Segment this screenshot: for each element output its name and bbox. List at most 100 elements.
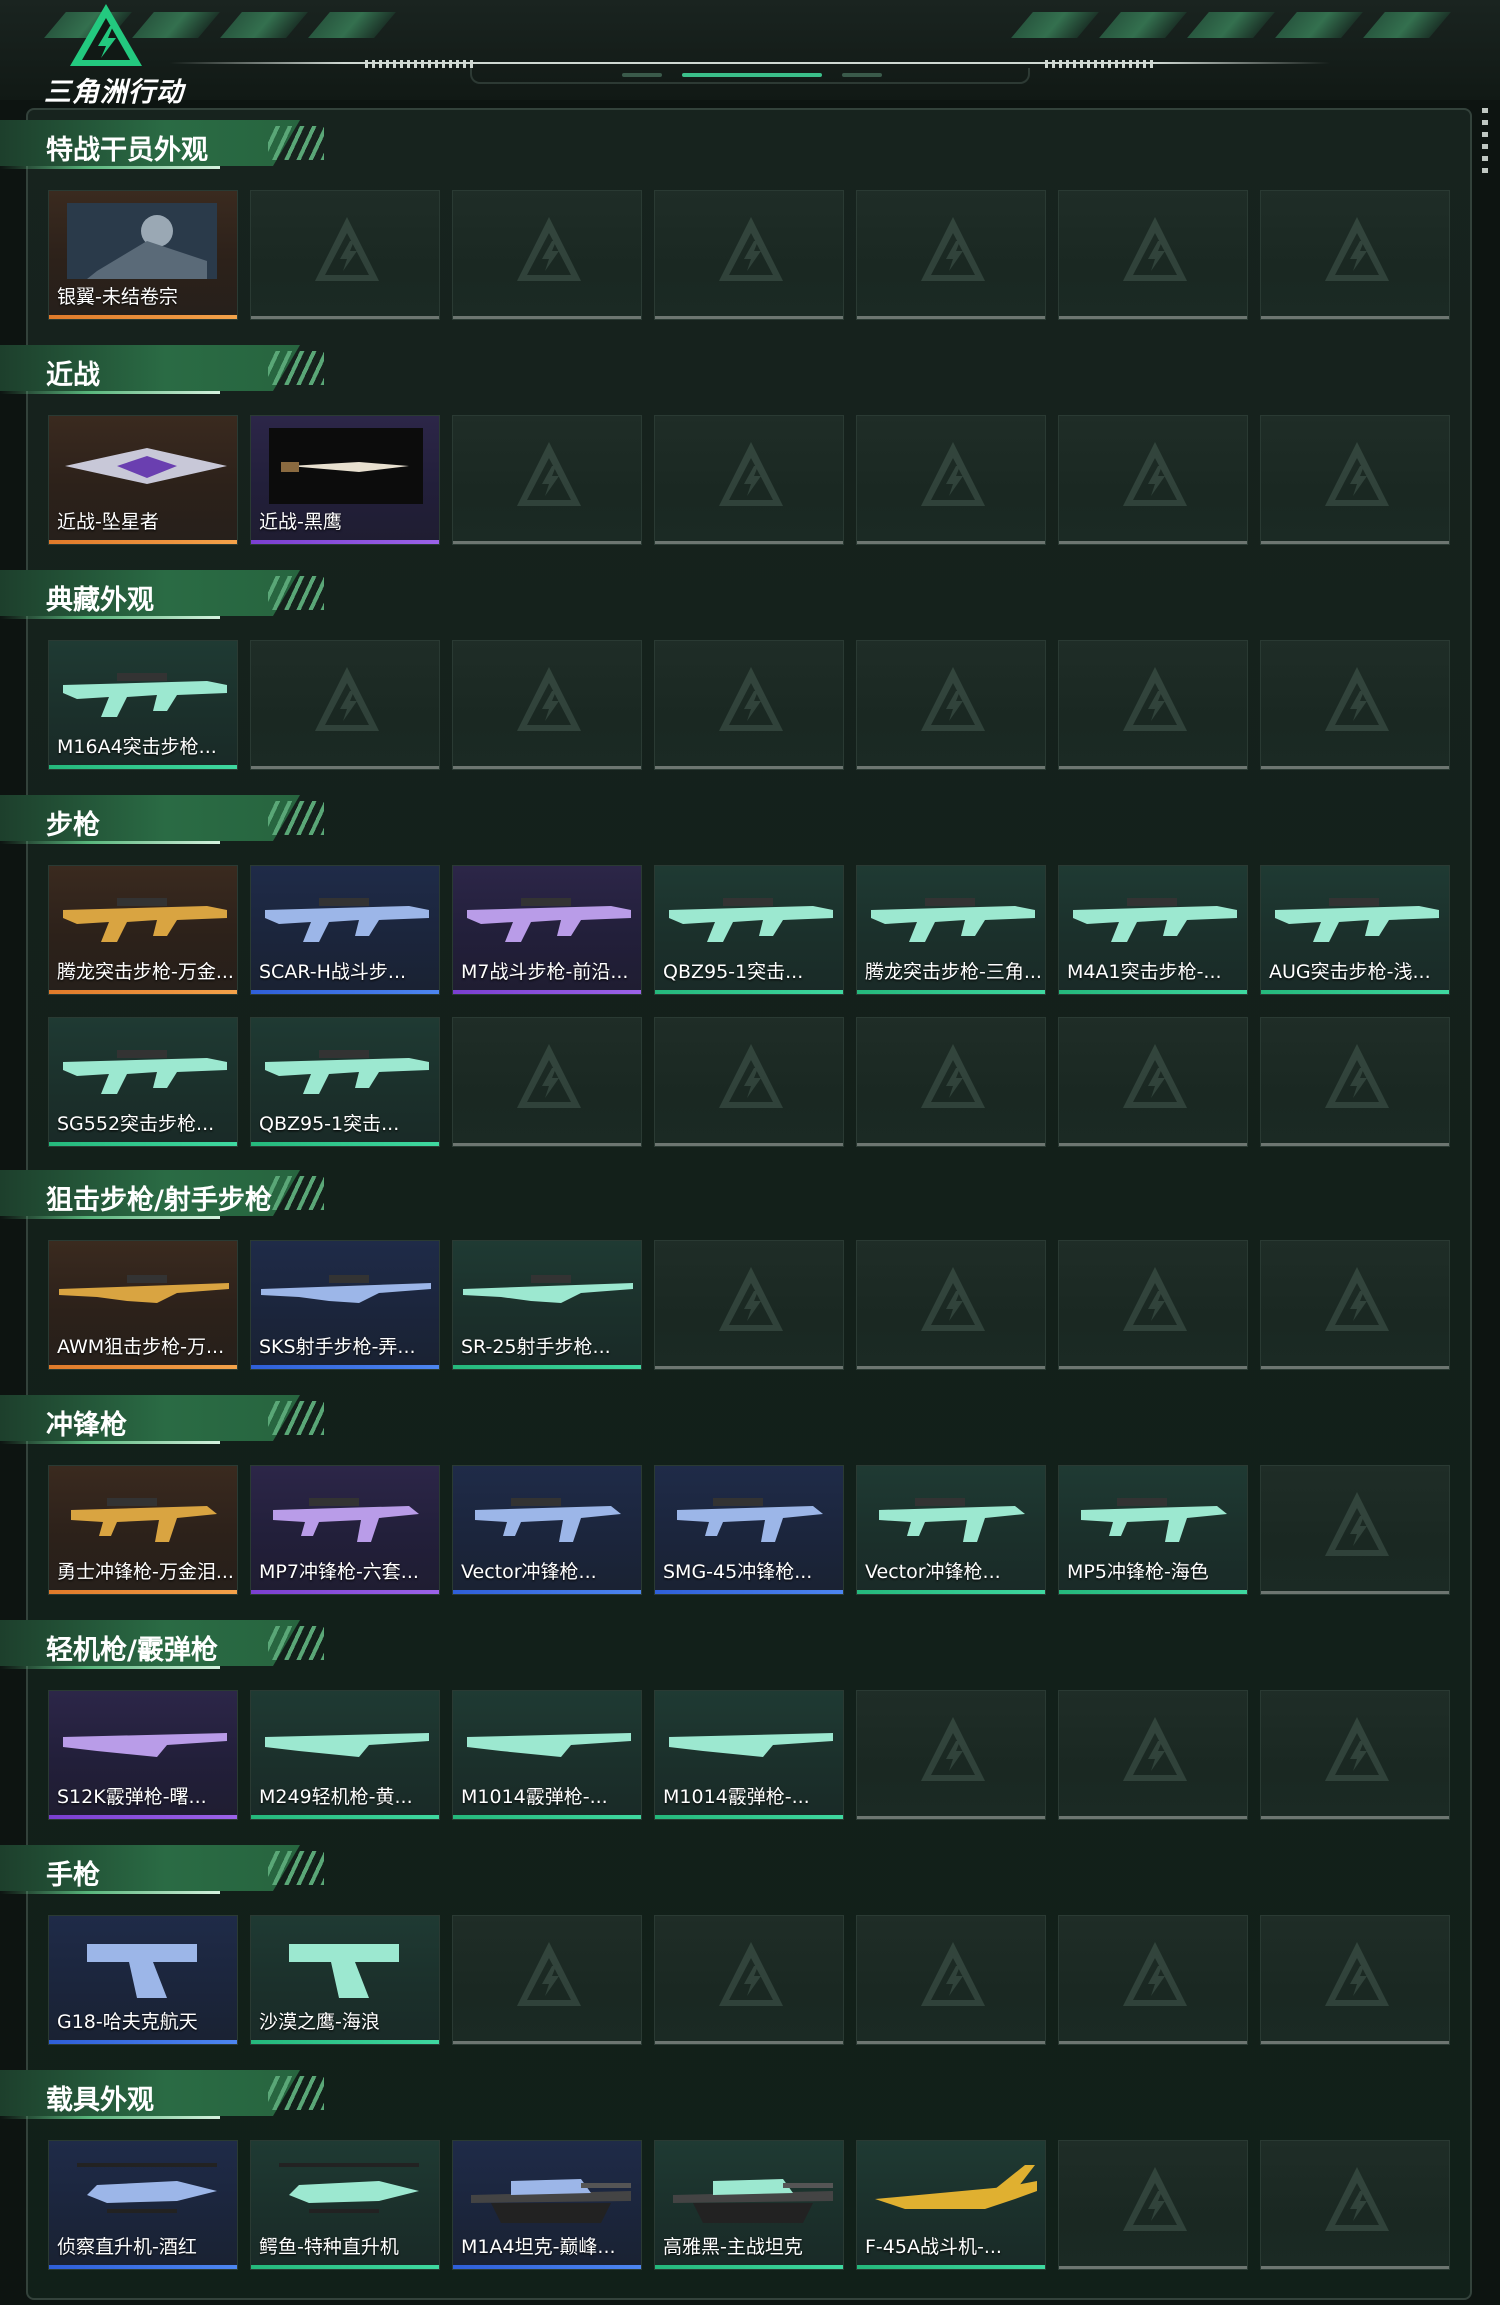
- item-card[interactable]: 鳄鱼-特种直升机: [250, 2140, 440, 2270]
- rifle-icon: [669, 898, 833, 942]
- item-card[interactable]: 侦察直升机-酒红: [48, 2140, 238, 2270]
- item-card[interactable]: QBZ95-1突击...: [250, 1017, 440, 1147]
- item-card[interactable]: Vector冲锋枪...: [452, 1465, 642, 1595]
- item-label: 腾龙突击步枪-三角...: [865, 961, 1041, 983]
- banner-center-bar: [470, 68, 1030, 84]
- empty-slot: [654, 1915, 844, 2045]
- item-card[interactable]: F-45A战斗机-...: [856, 2140, 1046, 2270]
- empty-slot: [856, 1240, 1046, 1370]
- empty-slot: [654, 190, 844, 320]
- item-card[interactable]: M249轻机枪-黄...: [250, 1690, 440, 1820]
- section-header: 近战: [0, 345, 330, 395]
- item-label: M16A4突击步枪...: [57, 736, 217, 758]
- empty-slot: [250, 640, 440, 770]
- item-card[interactable]: SCAR-H战斗步...: [250, 865, 440, 995]
- rifle-icon: [871, 898, 1035, 942]
- placeholder-logo-icon: [719, 667, 783, 731]
- empty-slot: [1260, 640, 1450, 770]
- item-label: 鳄鱼-特种直升机: [259, 2236, 399, 2258]
- item-card[interactable]: 近战-黑鹰: [250, 415, 440, 545]
- item-card[interactable]: 银翼-未结卷宗: [48, 190, 238, 320]
- placeholder-logo-icon: [921, 442, 985, 506]
- item-label: M1014霰弹枪-...: [461, 1786, 608, 1808]
- smg-icon: [475, 1498, 621, 1542]
- section-title: 步枪: [46, 810, 100, 841]
- placeholder-logo-icon: [1123, 1717, 1187, 1781]
- empty-slot: [856, 1017, 1046, 1147]
- smg-icon: [273, 1498, 419, 1542]
- item-card[interactable]: Vector冲锋枪...: [856, 1465, 1046, 1595]
- item-label: MP5冲锋枪-海色: [1067, 1561, 1209, 1583]
- empty-slot: [1058, 640, 1248, 770]
- empty-slot: [856, 190, 1046, 320]
- placeholder-logo-icon: [1123, 667, 1187, 731]
- placeholder-logo-icon: [517, 217, 581, 281]
- item-card[interactable]: 腾龙突击步枪-三角...: [856, 865, 1046, 995]
- item-card[interactable]: 沙漠之鹰-海浪: [250, 1915, 440, 2045]
- placeholder-logo-icon: [719, 1942, 783, 2006]
- item-card[interactable]: M1014霰弹枪-...: [452, 1690, 642, 1820]
- placeholder-logo-icon: [315, 217, 379, 281]
- smg-icon: [677, 1498, 823, 1542]
- item-card[interactable]: M16A4突击步枪...: [48, 640, 238, 770]
- item-label: S12K霰弹枪-曙...: [57, 1786, 207, 1808]
- empty-slot: [654, 1240, 844, 1370]
- item-card[interactable]: AWM狙击步枪-万...: [48, 1240, 238, 1370]
- item-card[interactable]: 近战-坠星者: [48, 415, 238, 545]
- item-card[interactable]: 高雅黑-主战坦克: [654, 2140, 844, 2270]
- item-label: MP7冲锋枪-六套...: [259, 1561, 419, 1583]
- item-card[interactable]: M7战斗步枪-前沿...: [452, 865, 642, 995]
- item-card[interactable]: SR-25射手步枪...: [452, 1240, 642, 1370]
- placeholder-logo-icon: [1325, 1717, 1389, 1781]
- game-logo: 三角洲行动: [40, 2, 190, 108]
- item-label: 高雅黑-主战坦克: [663, 2236, 803, 2258]
- banner-stripes-right: [1011, 12, 1451, 42]
- item-label: 勇士冲锋枪-万金泪...: [57, 1561, 233, 1583]
- empty-slot: [1260, 1690, 1450, 1820]
- empty-slot: [452, 415, 642, 545]
- item-card[interactable]: 腾龙突击步枪-万金...: [48, 865, 238, 995]
- item-card[interactable]: AUG突击步枪-浅...: [1260, 865, 1450, 995]
- placeholder-logo-icon: [1325, 217, 1389, 281]
- machine-gun-icon: [265, 1733, 429, 1757]
- placeholder-logo-icon: [1325, 2167, 1389, 2231]
- placeholder-logo-icon: [1123, 442, 1187, 506]
- empty-slot: [1058, 415, 1248, 545]
- rifle-icon: [265, 898, 429, 942]
- helicopter-icon: [279, 2163, 419, 2213]
- item-card[interactable]: 勇士冲锋枪-万金泪...: [48, 1465, 238, 1595]
- item-card[interactable]: M1014霰弹枪-...: [654, 1690, 844, 1820]
- placeholder-logo-icon: [315, 667, 379, 731]
- banner-ticks-right: [1045, 60, 1155, 68]
- item-card[interactable]: SKS射手步枪-弄...: [250, 1240, 440, 1370]
- item-label: G18-哈夫克航天: [57, 2011, 198, 2033]
- placeholder-logo-icon: [1325, 1267, 1389, 1331]
- empty-slot: [452, 190, 642, 320]
- empty-slot: [654, 415, 844, 545]
- section-header: 轻机枪/霰弹枪: [0, 1620, 330, 1670]
- delta-logo-icon: [70, 4, 142, 66]
- item-card[interactable]: MP7冲锋枪-六套...: [250, 1465, 440, 1595]
- scrollbar-handle[interactable]: [1482, 108, 1488, 178]
- item-label: M7战斗步枪-前沿...: [461, 961, 629, 983]
- section-title: 冲锋枪: [46, 1410, 127, 1441]
- fighter-jet-icon: [875, 2165, 1037, 2209]
- empty-slot: [452, 1915, 642, 2045]
- item-card[interactable]: M4A1突击步枪-...: [1058, 865, 1248, 995]
- rifle-icon: [265, 1050, 429, 1094]
- item-label: AUG突击步枪-浅...: [1269, 961, 1431, 983]
- item-label: Vector冲锋枪...: [461, 1561, 597, 1583]
- item-card[interactable]: MP5冲锋枪-海色: [1058, 1465, 1248, 1595]
- empty-slot: [856, 1915, 1046, 2045]
- placeholder-logo-icon: [1325, 1942, 1389, 2006]
- rifle-icon: [467, 898, 631, 942]
- item-card[interactable]: M1A4坦克-巅峰...: [452, 2140, 642, 2270]
- item-label: 近战-坠星者: [57, 511, 159, 533]
- empty-slot: [452, 640, 642, 770]
- section-title: 手枪: [46, 1860, 100, 1891]
- item-card[interactable]: G18-哈夫克航天: [48, 1915, 238, 2045]
- item-card[interactable]: SMG-45冲锋枪...: [654, 1465, 844, 1595]
- item-card[interactable]: QBZ95-1突击...: [654, 865, 844, 995]
- item-card[interactable]: S12K霰弹枪-曙...: [48, 1690, 238, 1820]
- item-card[interactable]: SG552突击步枪...: [48, 1017, 238, 1147]
